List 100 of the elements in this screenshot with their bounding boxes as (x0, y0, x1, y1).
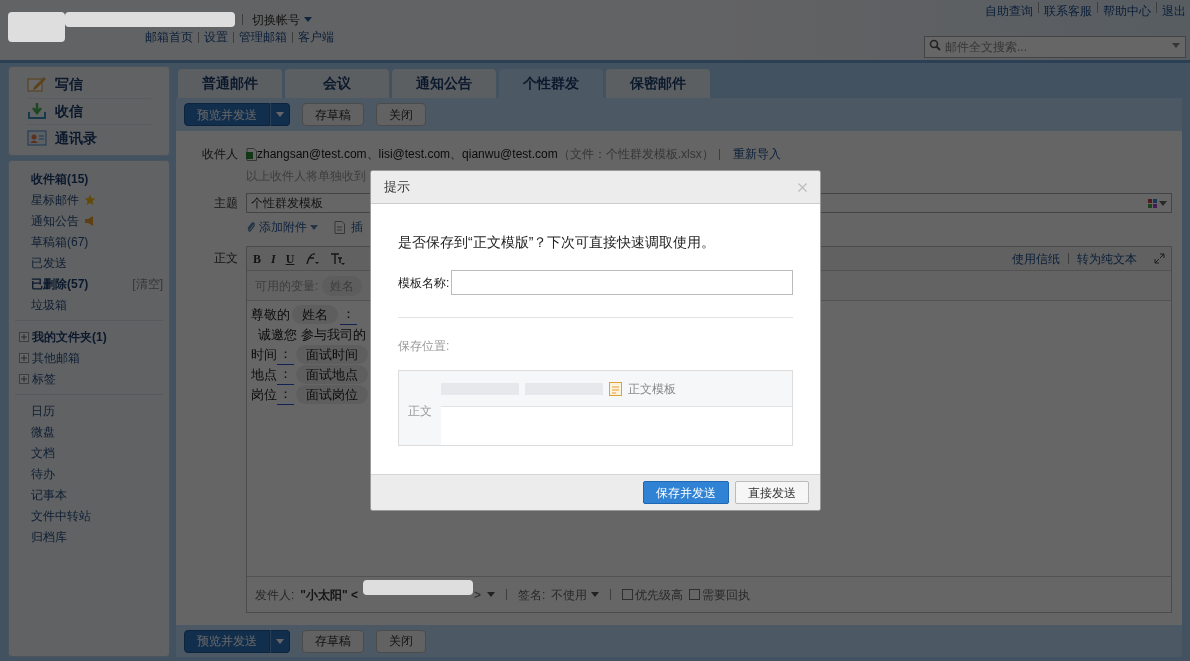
folder-group[interactable]: 其他邮箱 (32, 348, 80, 367)
recipients-label: 收件人 (201, 146, 238, 163)
clear-format-icon[interactable] (304, 252, 321, 265)
caret-icon (276, 638, 284, 644)
app-link[interactable]: 记事本 (31, 485, 67, 504)
top-link[interactable]: 退出 (1162, 2, 1186, 20)
preview-send-button[interactable]: 预览并发送 (184, 629, 270, 653)
toolbar-button[interactable]: 存草稿 (302, 103, 364, 126)
editor-link[interactable]: 使用信纸 (1012, 249, 1060, 268)
sidebar-action[interactable]: 通讯录 (27, 124, 151, 151)
location-label: 保存位置: (398, 338, 451, 355)
dropdown-button[interactable] (270, 103, 290, 126)
search-icon (929, 39, 941, 51)
document-icon (334, 220, 345, 234)
sender-label: 发件人: (255, 586, 295, 604)
switch-account-link[interactable]: 切换帐号 (252, 10, 312, 29)
close-icon[interactable] (798, 182, 807, 192)
checkbox[interactable] (689, 589, 701, 600)
tab[interactable]: 个性群发 (499, 69, 603, 98)
recipient-list: zhangsan@test.com、lisi@test.com、qianwu@test.com (257, 145, 558, 163)
dialog-button[interactable]: 保存并发送 (643, 481, 729, 504)
nav-link[interactable]: 客户端 (298, 28, 334, 46)
subject-label: 主题 (213, 195, 238, 212)
folder-item[interactable]: 垃圾箱 (31, 295, 67, 314)
expand-icon[interactable] (19, 373, 29, 384)
body-label: 正文 (213, 250, 238, 267)
format-button[interactable]: I (271, 249, 276, 268)
star-icon (84, 193, 96, 206)
folder-group[interactable]: 我的文件夹(1) (32, 327, 107, 346)
tab[interactable]: 通知公告 (392, 69, 496, 98)
app-link[interactable]: 日历 (31, 401, 55, 420)
paperclip-icon (246, 221, 256, 233)
top-link[interactable]: 联系客服 (1044, 2, 1092, 20)
preview-send-button[interactable]: 预览并发送 (184, 103, 270, 126)
app-link[interactable]: 待办 (31, 464, 55, 483)
dialog-button[interactable]: 直接发送 (735, 481, 809, 504)
folder-item[interactable]: 已删除(57) (31, 274, 89, 293)
variable-chip: 面试岗位 (296, 384, 368, 405)
font-size-icon[interactable] (330, 252, 347, 265)
toolbar-button[interactable]: 存草稿 (302, 629, 364, 653)
folder-item[interactable]: 已发送 (31, 253, 67, 272)
variable-chip: 面试地点 (296, 364, 368, 385)
body-text: 地点 (251, 365, 277, 384)
body-text: 时间 (251, 345, 277, 364)
sender-end: > (474, 586, 482, 604)
body-text: ： (340, 304, 357, 325)
caret-icon (487, 592, 496, 597)
folder-item[interactable]: 星标邮件 (31, 190, 96, 209)
dropdown-caret-icon[interactable] (1172, 43, 1180, 48)
checkbox[interactable] (622, 589, 634, 600)
toolbar-button[interactable]: 关闭 (376, 629, 426, 653)
speaker-icon (84, 214, 96, 227)
format-button[interactable]: U (285, 249, 295, 268)
signature-label: 签名: (518, 586, 546, 604)
dropdown-button[interactable] (270, 629, 290, 653)
folder-item[interactable]: 通知公告 (31, 211, 96, 230)
template-name-label: 模板名称: (398, 274, 450, 292)
expand-icon[interactable] (19, 352, 29, 363)
insert-button[interactable]: 插 (351, 218, 363, 236)
folder-group[interactable]: 标签 (32, 369, 56, 388)
body-text: ： (277, 384, 294, 405)
folder-item[interactable]: 正文模板 (628, 379, 676, 398)
caret-icon (310, 224, 318, 230)
editor-link[interactable]: 转为纯文本 (1077, 249, 1137, 268)
dialog-message: 是否保存到“正文模版”？下次可直接快速调取使用。 (398, 233, 717, 252)
app-link[interactable]: 文件中转站 (31, 506, 91, 525)
row-label: 正文 (408, 403, 432, 420)
expand-icon[interactable] (19, 331, 29, 342)
folder-item[interactable]: 收件箱(15) (31, 169, 89, 188)
folder-item[interactable]: 草稿箱(67) (31, 232, 89, 251)
caret-icon (304, 17, 312, 22)
sender-name: "小太阳" < (300, 586, 359, 604)
document-icon (609, 381, 622, 396)
add-attachment-button[interactable]: 添加附件 (246, 218, 318, 236)
expand-icon[interactable] (1154, 253, 1165, 264)
app-link[interactable]: 微盘 (31, 422, 55, 441)
tab[interactable]: 会议 (285, 69, 389, 98)
caret-icon (591, 592, 600, 597)
pencil-icon (27, 75, 47, 94)
tab[interactable]: 保密邮件 (606, 69, 710, 98)
reimport-link[interactable]: 重新导入 (732, 145, 781, 163)
nav-link[interactable]: 邮箱首页 (145, 28, 193, 46)
top-link[interactable]: 帮助中心 (1103, 2, 1151, 20)
nav-link[interactable]: 管理邮箱 (239, 28, 287, 46)
top-link[interactable]: 自助查询 (985, 2, 1033, 20)
signature-select[interactable]: 不使用 (551, 585, 600, 604)
sidebar-action[interactable]: 收信 (27, 97, 151, 125)
checkbox-label: 优先级高 (635, 586, 684, 604)
variable-chip: 面试时间 (296, 344, 368, 365)
format-button[interactable]: B (253, 249, 261, 268)
tab[interactable]: 普通邮件 (178, 69, 282, 98)
toolbar-button[interactable]: 关闭 (376, 103, 426, 126)
nav-link[interactable]: 设置 (204, 28, 228, 46)
body-text: 诚邀您 参与我司的 (257, 325, 366, 344)
template-name-field[interactable] (451, 270, 793, 295)
sidebar-action[interactable]: 写信 (27, 71, 151, 98)
caret-icon (276, 112, 284, 117)
app-link[interactable]: 归档库 (31, 527, 67, 546)
app-link[interactable]: 文档 (31, 443, 55, 462)
caret-icon (1159, 200, 1167, 206)
